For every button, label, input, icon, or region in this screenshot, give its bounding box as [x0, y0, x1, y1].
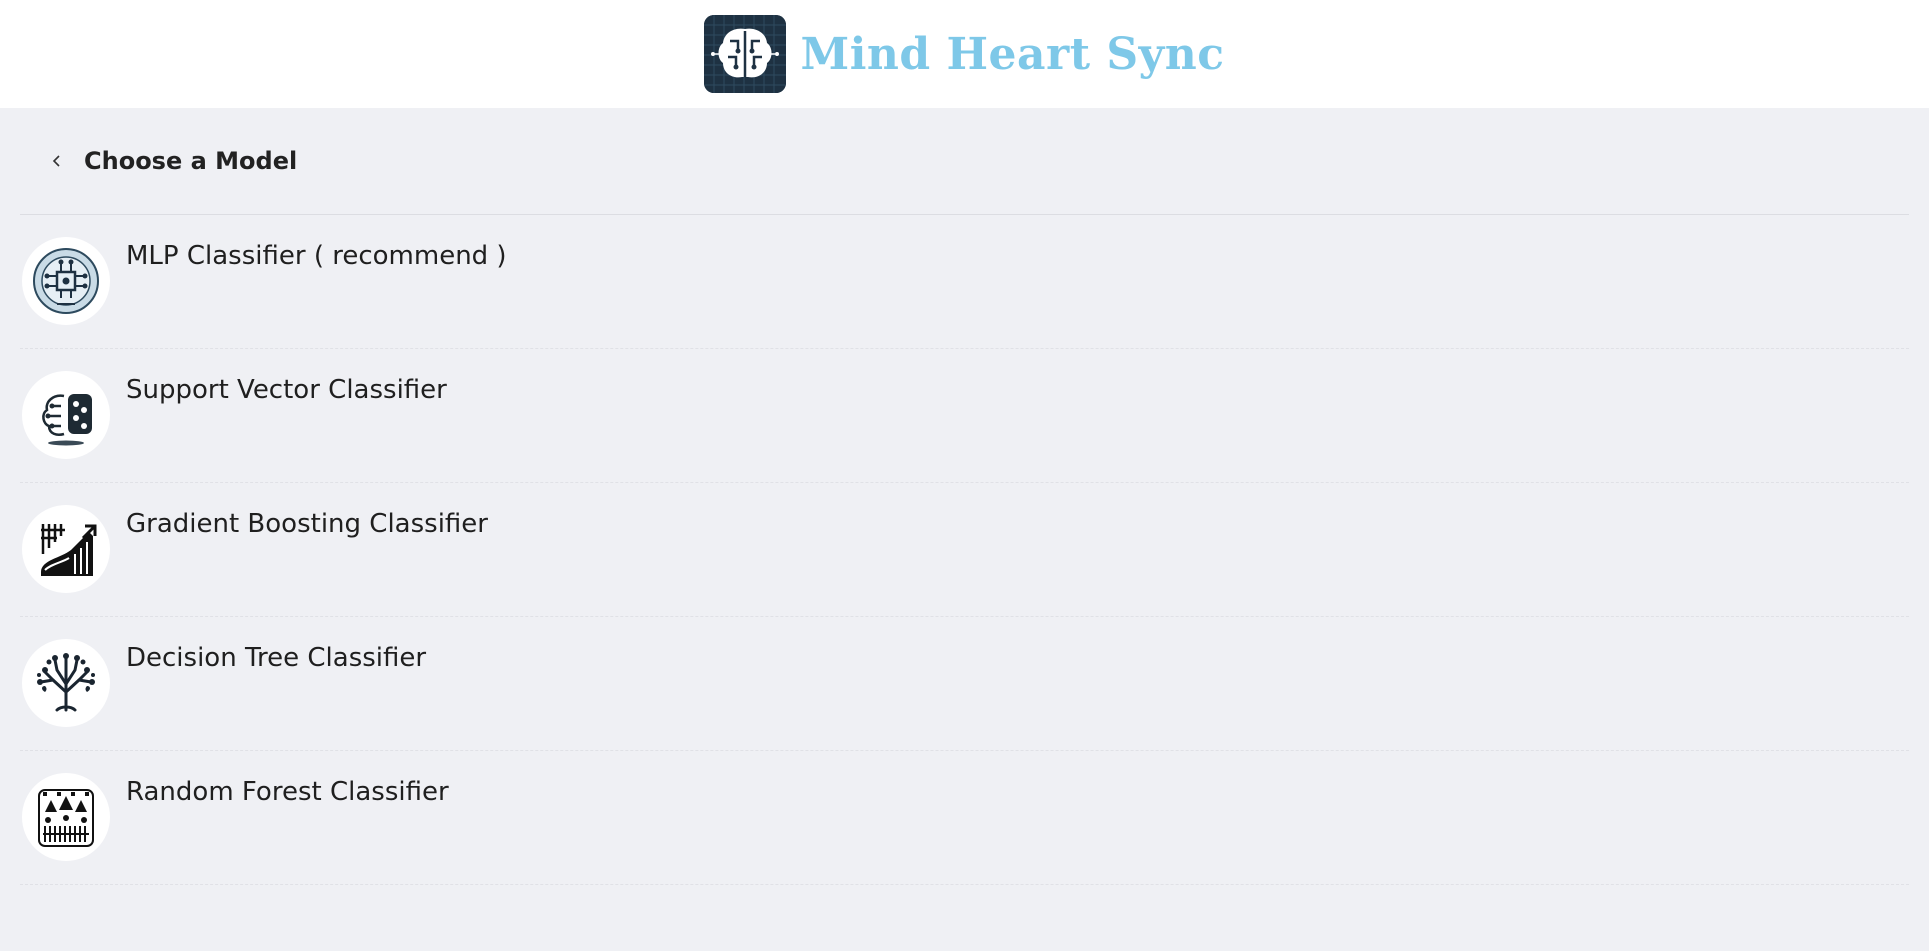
brand-title: Mind Heart Sync — [800, 28, 1225, 80]
model-label: Decision Tree Classifier — [126, 643, 427, 673]
page-title: Choose a Model — [84, 147, 298, 175]
growth-chart-icon — [22, 505, 110, 593]
svm-split-icon — [22, 371, 110, 459]
model-item-svc[interactable]: Support Vector Classifier — [20, 349, 1909, 483]
model-label: MLP Classifier ( recommend ) — [126, 241, 507, 271]
model-item-mlp[interactable]: MLP Classifier ( recommend ) — [20, 215, 1909, 349]
app-header: Mind Heart Sync — [0, 0, 1929, 108]
model-item-rfc[interactable]: Random Forest Classifier — [20, 751, 1909, 885]
model-label: Support Vector Classifier — [126, 375, 447, 405]
model-label: Random Forest Classifier — [126, 777, 449, 807]
model-item-gbc[interactable]: Gradient Boosting Classifier — [20, 483, 1909, 617]
model-item-dtc[interactable]: Decision Tree Classifier — [20, 617, 1909, 751]
forest-icon — [22, 773, 110, 861]
brand[interactable]: Mind Heart Sync — [704, 15, 1224, 93]
page-header: Choose a Model — [20, 108, 1909, 215]
neural-network-icon — [22, 237, 110, 325]
main-content: Choose a Model MLP Classifier (recommen… — [0, 108, 1929, 885]
model-list: MLP Classifier ( recommend ) Support Vec… — [20, 215, 1909, 885]
tree-icon — [22, 639, 110, 727]
brain-circuit-icon — [704, 15, 787, 93]
model-label: Gradient Boosting Classifier — [126, 509, 488, 539]
chevron-left-icon[interactable] — [44, 148, 70, 174]
